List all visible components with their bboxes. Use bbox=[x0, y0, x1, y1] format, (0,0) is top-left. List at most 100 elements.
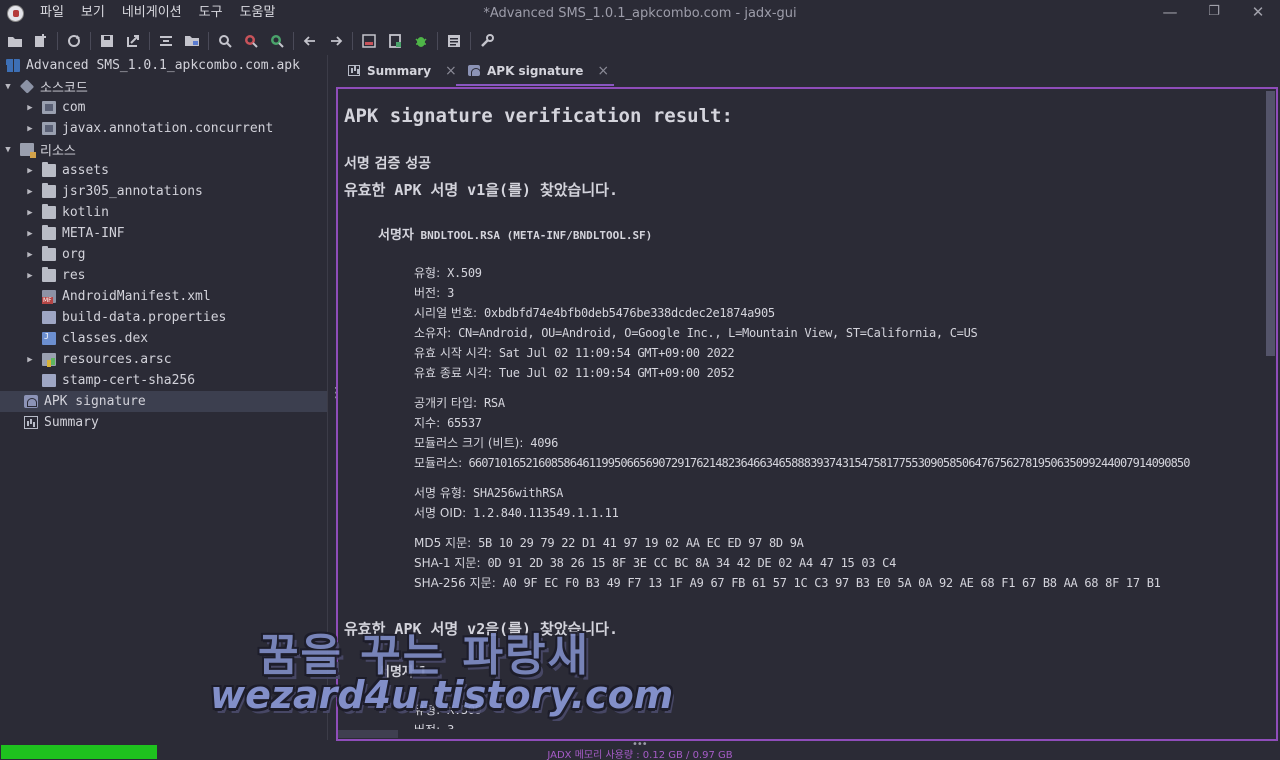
tree-label: build-data.properties bbox=[62, 310, 227, 325]
collapsed-arrow-icon[interactable]: ▶ bbox=[24, 166, 36, 176]
close-icon[interactable]: ✕ bbox=[1248, 3, 1268, 21]
debug-icon[interactable] bbox=[410, 30, 431, 51]
panel-splitter[interactable] bbox=[329, 55, 343, 740]
log-icon[interactable] bbox=[443, 30, 464, 51]
file-icon bbox=[42, 374, 56, 387]
md5-fingerprint: MD5 지문: 5B 10 29 79 22 D1 41 97 19 02 AA… bbox=[414, 536, 804, 550]
tree-folder-jsr305[interactable]: ▶ jsr305_annotations bbox=[0, 181, 327, 202]
collapsed-arrow-icon[interactable]: ▶ bbox=[24, 124, 36, 134]
signature-type: 서명 유형: SHA256withRSA bbox=[414, 486, 563, 500]
collapsed-arrow-icon[interactable]: ▶ bbox=[24, 187, 36, 197]
cert-valid-to: 유효 종료 시각: Tue Jul 02 11:09:54 GMT+09:00 … bbox=[414, 366, 735, 380]
tree-folder-res[interactable]: ▶ res bbox=[0, 265, 327, 286]
collapsed-arrow-icon[interactable]: ▶ bbox=[24, 229, 36, 239]
verification-status: 서명 검증 성공 bbox=[344, 156, 432, 172]
tree-folder-kotlin[interactable]: ▶ kotlin bbox=[0, 202, 327, 223]
tree-label: com bbox=[62, 100, 86, 115]
expanded-arrow-icon[interactable]: ▼ bbox=[2, 145, 14, 155]
tree-label: resources.arsc bbox=[62, 352, 172, 367]
tree-source-code[interactable]: ▼ 소스코드 bbox=[0, 76, 327, 97]
add-files-icon[interactable] bbox=[30, 30, 51, 51]
window-title: *Advanced SMS_1.0.1_apkcombo.com - jadx-… bbox=[483, 6, 797, 21]
signer-line: 서명자 BNDLTOOL.RSA (META-INF/BNDLTOOL.SF) bbox=[378, 224, 652, 243]
tab-label: APK signature bbox=[487, 63, 584, 78]
open-folder-icon[interactable] bbox=[4, 30, 25, 51]
collapsed-arrow-icon[interactable]: ▶ bbox=[24, 250, 36, 260]
folder-icon bbox=[42, 162, 56, 177]
signer2-line: 서명자 1 bbox=[378, 665, 428, 680]
sync-tree-icon[interactable] bbox=[181, 30, 202, 51]
tab-apk-signature[interactable]: APK signature × bbox=[456, 55, 614, 86]
key-modulus-size: 모듈러스 크기 (비트): 4096 bbox=[414, 436, 558, 450]
expanded-arrow-icon[interactable]: ▼ bbox=[2, 82, 14, 92]
scrollbar-thumb[interactable] bbox=[1266, 91, 1275, 356]
package-icon bbox=[42, 122, 56, 135]
sha256-fingerprint: SHA-256 지문: A0 9F EC F0 B3 49 F7 13 1F A… bbox=[414, 576, 1161, 590]
preferences-icon[interactable] bbox=[476, 30, 497, 51]
deobfuscation-icon[interactable] bbox=[358, 30, 379, 51]
collapsed-arrow-icon[interactable]: ▶ bbox=[24, 355, 36, 365]
quark-icon[interactable] bbox=[384, 30, 405, 51]
flatten-packages-icon[interactable] bbox=[155, 30, 176, 51]
tree-apk-signature[interactable]: APK signature bbox=[0, 391, 327, 412]
cert-owner: 소유자: CN=Android, OU=Android, O=Google In… bbox=[414, 326, 978, 340]
tree-file-build-data[interactable]: build-data.properties bbox=[0, 307, 327, 328]
tree-label: AndroidManifest.xml bbox=[62, 289, 211, 304]
tree-label: assets bbox=[62, 163, 109, 178]
collapsed-arrow-icon[interactable]: ▶ bbox=[24, 271, 36, 281]
vertical-scrollbar[interactable] bbox=[1265, 89, 1276, 739]
tree-package-com[interactable]: ▶ com bbox=[0, 97, 327, 118]
tree-summary[interactable]: Summary bbox=[0, 412, 327, 433]
scrollbar-thumb[interactable] bbox=[338, 730, 398, 738]
tab-label: Summary bbox=[367, 63, 432, 78]
signer-prefix: 서명자 bbox=[378, 228, 414, 243]
tree-folder-assets[interactable]: ▶ assets bbox=[0, 160, 327, 181]
certificate-icon bbox=[24, 395, 38, 408]
dex-file-icon bbox=[42, 332, 56, 345]
search-icon[interactable] bbox=[214, 30, 235, 51]
tree-file-manifest[interactable]: AndroidManifest.xml bbox=[0, 286, 327, 307]
tree-root-apk[interactable]: Advanced SMS_1.0.1_apkcombo.com.apk bbox=[0, 55, 327, 76]
horizontal-scrollbar[interactable] bbox=[338, 729, 1265, 739]
tree-label: APK signature bbox=[44, 394, 146, 409]
tree-label: javax.annotation.concurrent bbox=[62, 121, 274, 136]
find-class-icon[interactable] bbox=[240, 30, 261, 51]
package-icon bbox=[42, 101, 56, 114]
sync-icon[interactable] bbox=[63, 30, 84, 51]
summary-icon bbox=[24, 416, 38, 429]
collapsed-arrow-icon[interactable]: ▶ bbox=[24, 103, 36, 113]
tree-label: jsr305_annotations bbox=[62, 184, 203, 199]
cert-valid-from: 유효 시작 시각: Sat Jul 02 11:09:54 GMT+09:00 … bbox=[414, 346, 735, 360]
key-modulus: 모듈러스: 6607101652160858646119950665690729… bbox=[414, 456, 1190, 470]
tree-file-resources-arsc[interactable]: ▶ resources.arsc bbox=[0, 349, 327, 370]
tree-label: Summary bbox=[44, 415, 99, 430]
folder-icon bbox=[42, 225, 56, 240]
page-title: APK signature verification result: bbox=[344, 105, 733, 127]
back-icon[interactable] bbox=[299, 30, 320, 51]
tree-label: stamp-cert-sha256 bbox=[62, 373, 196, 388]
find-usage-icon[interactable] bbox=[266, 30, 287, 51]
cert-version: 버전: 3 bbox=[414, 286, 454, 300]
restore-icon[interactable]: ❐ bbox=[1204, 4, 1224, 19]
tree-folder-meta-inf[interactable]: ▶ META-INF bbox=[0, 223, 327, 244]
export-icon[interactable] bbox=[122, 30, 143, 51]
minimize-icon[interactable]: — bbox=[1160, 3, 1180, 21]
v2-cert-type: 유형: X.509 bbox=[414, 703, 482, 717]
project-tree: Advanced SMS_1.0.1_apkcombo.com.apk ▼ 소스… bbox=[0, 55, 328, 740]
tree-package-javax[interactable]: ▶ javax.annotation.concurrent bbox=[0, 118, 327, 139]
tab-summary[interactable]: Summary × bbox=[336, 55, 457, 86]
tab-close-icon[interactable]: × bbox=[597, 63, 609, 79]
memory-usage-label: JADX 메모리 사용량 : 0.12 GB / 0.97 GB bbox=[547, 750, 733, 760]
collapsed-arrow-icon[interactable]: ▶ bbox=[24, 208, 36, 218]
tab-close-icon[interactable]: × bbox=[445, 63, 457, 79]
tree-file-stamp-cert[interactable]: stamp-cert-sha256 bbox=[0, 370, 327, 391]
signature-oid: 서명 OID: 1.2.840.113549.1.1.11 bbox=[414, 506, 619, 520]
tree-file-classes-dex[interactable]: classes.dex bbox=[0, 328, 327, 349]
tree-folder-org[interactable]: ▶ org bbox=[0, 244, 327, 265]
v1-found-heading: 유효한 APK 서명 v1을(를) 찾았습니다. bbox=[344, 181, 618, 199]
forward-icon[interactable] bbox=[325, 30, 346, 51]
manifest-file-icon bbox=[42, 290, 56, 304]
tree-resources[interactable]: ▼ 리소스 bbox=[0, 139, 327, 160]
folder-icon bbox=[42, 204, 56, 219]
save-icon[interactable] bbox=[96, 30, 117, 51]
